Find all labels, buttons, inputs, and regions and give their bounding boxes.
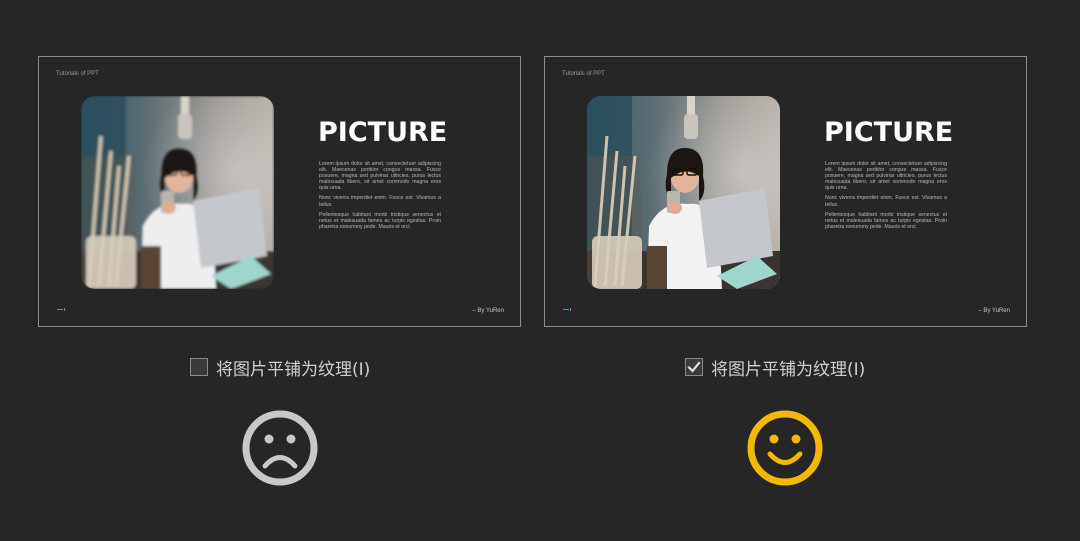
logo-mark-icon <box>563 308 571 311</box>
sad-face-icon <box>242 410 318 486</box>
slide-title: PICTURE <box>824 117 954 148</box>
slide-footer: – By YuRen <box>472 308 504 314</box>
slide-photo <box>81 96 274 289</box>
slide-preview-untiled: Tutorials of PPT PICTURE Lorem ipsum dol… <box>38 56 521 327</box>
body-paragraph: Nunc viverra imperdiet enim. Fusce est. … <box>825 195 947 208</box>
body-paragraph: Nunc viverra imperdiet enim. Fusce est. … <box>319 195 441 208</box>
slide-header: Tutorials of PPT <box>562 71 605 77</box>
slide-preview-tiled: Tutorials of PPT PICTURE Lorem ipsum dol… <box>544 56 1027 327</box>
body-paragraph: Lorem ipsum dolor sit amet, consectetuer… <box>319 161 441 192</box>
slide-body-text: Lorem ipsum dolor sit amet, consectetuer… <box>825 161 947 234</box>
tile-texture-checkbox[interactable] <box>190 358 208 376</box>
tile-texture-checkbox[interactable] <box>685 358 703 376</box>
checkmark-icon <box>687 361 701 373</box>
body-paragraph: Pellentesque habitant morbi tristique se… <box>825 211 947 230</box>
slide-photo <box>587 96 780 289</box>
tile-texture-label: 将图片平铺为纹理(I) <box>711 359 866 380</box>
tile-texture-option-checked[interactable]: 将图片平铺为纹理(I) <box>685 356 866 380</box>
woman-with-laptop-photo <box>81 96 274 289</box>
slide-body-text: Lorem ipsum dolor sit amet, consectetuer… <box>319 161 441 234</box>
body-paragraph: Lorem ipsum dolor sit amet, consectetuer… <box>825 161 947 192</box>
slide-title: PICTURE <box>318 117 448 148</box>
logo-mark-icon <box>57 308 65 311</box>
tile-texture-option-unchecked[interactable]: 将图片平铺为纹理(I) <box>190 356 371 380</box>
slide-header: Tutorials of PPT <box>56 71 99 77</box>
tile-texture-label: 将图片平铺为纹理(I) <box>216 359 371 380</box>
body-paragraph: Pellentesque habitant morbi tristique se… <box>319 211 441 230</box>
slide-footer: – By YuRen <box>978 308 1010 314</box>
woman-with-laptop-photo <box>587 96 780 289</box>
happy-face-icon <box>747 410 823 486</box>
